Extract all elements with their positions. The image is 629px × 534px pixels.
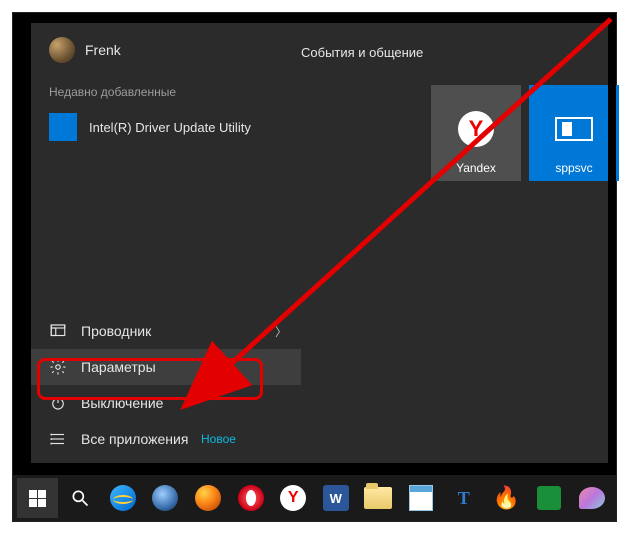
- nav-explorer[interactable]: Проводник 〉: [31, 313, 301, 349]
- yandex-icon: Y: [280, 485, 306, 511]
- taskbar: Y W T 🔥: [13, 475, 616, 521]
- internet-explorer-icon: [110, 485, 136, 511]
- start-menu: Frenk События и общение Недавно добавлен…: [31, 23, 611, 463]
- explorer-icon: [49, 322, 67, 340]
- taskbar-greenbox[interactable]: [529, 478, 570, 518]
- taskbar-firefox[interactable]: [188, 478, 229, 518]
- taskbar-notepad[interactable]: [401, 478, 442, 518]
- nav-label: Параметры: [81, 359, 156, 375]
- tile-grid: Y Yandex sppsvc: [431, 85, 619, 181]
- paint-palette-icon: [579, 487, 605, 509]
- nav-label: Выключение: [81, 395, 163, 411]
- recent-app-label: Intel(R) Driver Update Utility: [89, 120, 251, 135]
- tile-label: sppsvc: [555, 161, 592, 175]
- app-tile-icon: [49, 113, 77, 141]
- desktop-edge: [608, 23, 616, 463]
- browser-globe-icon: [152, 485, 178, 511]
- chevron-right-icon: 〉: [275, 323, 287, 340]
- taskbar-folder[interactable]: [358, 478, 399, 518]
- flame-icon: 🔥: [493, 485, 520, 511]
- folder-icon: [364, 487, 392, 509]
- new-badge: Новое: [201, 432, 236, 446]
- taskbar-search[interactable]: [60, 478, 101, 518]
- screenshot-frame: Frenk События и общение Недавно добавлен…: [12, 12, 617, 522]
- yandex-icon: Y: [456, 109, 496, 149]
- start-menu-bottom-list: Проводник 〉 Параметры Выключение Все: [31, 313, 301, 463]
- taskbar-tt[interactable]: T: [443, 478, 484, 518]
- nav-power[interactable]: Выключение: [31, 385, 301, 421]
- nav-all-apps[interactable]: Все приложения Новое: [31, 421, 301, 457]
- taskbar-yandex[interactable]: Y: [273, 478, 314, 518]
- search-icon: [70, 488, 90, 508]
- word-icon: W: [323, 485, 349, 511]
- nav-settings[interactable]: Параметры: [31, 349, 301, 385]
- tile-label: Yandex: [456, 161, 496, 175]
- taskbar-ie[interactable]: [102, 478, 143, 518]
- power-icon: [49, 394, 67, 412]
- firefox-icon: [195, 485, 221, 511]
- nav-label: Проводник: [81, 323, 151, 339]
- taskbar-paint[interactable]: [571, 478, 612, 518]
- green-app-icon: [537, 486, 561, 510]
- nav-label: Все приложения: [81, 431, 188, 447]
- opera-icon: [238, 485, 264, 511]
- all-apps-icon: [49, 430, 67, 448]
- gear-icon: [49, 358, 67, 376]
- tile-sppsvc[interactable]: sppsvc: [529, 85, 619, 181]
- taskbar-word[interactable]: W: [315, 478, 356, 518]
- sppsvc-icon: [554, 109, 594, 149]
- user-avatar-icon: [49, 37, 75, 63]
- windows-logo-icon: [29, 490, 46, 507]
- tile-group-heading[interactable]: События и общение: [301, 45, 423, 60]
- tt-app-icon: T: [458, 488, 470, 509]
- tile-yandex[interactable]: Y Yandex: [431, 85, 521, 181]
- taskbar-flame[interactable]: 🔥: [486, 478, 527, 518]
- taskbar-opera[interactable]: [230, 478, 271, 518]
- notepad-icon: [409, 485, 433, 511]
- taskbar-srwiron[interactable]: [145, 478, 186, 518]
- user-name-label: Frenk: [85, 42, 121, 58]
- start-button[interactable]: [17, 478, 58, 518]
